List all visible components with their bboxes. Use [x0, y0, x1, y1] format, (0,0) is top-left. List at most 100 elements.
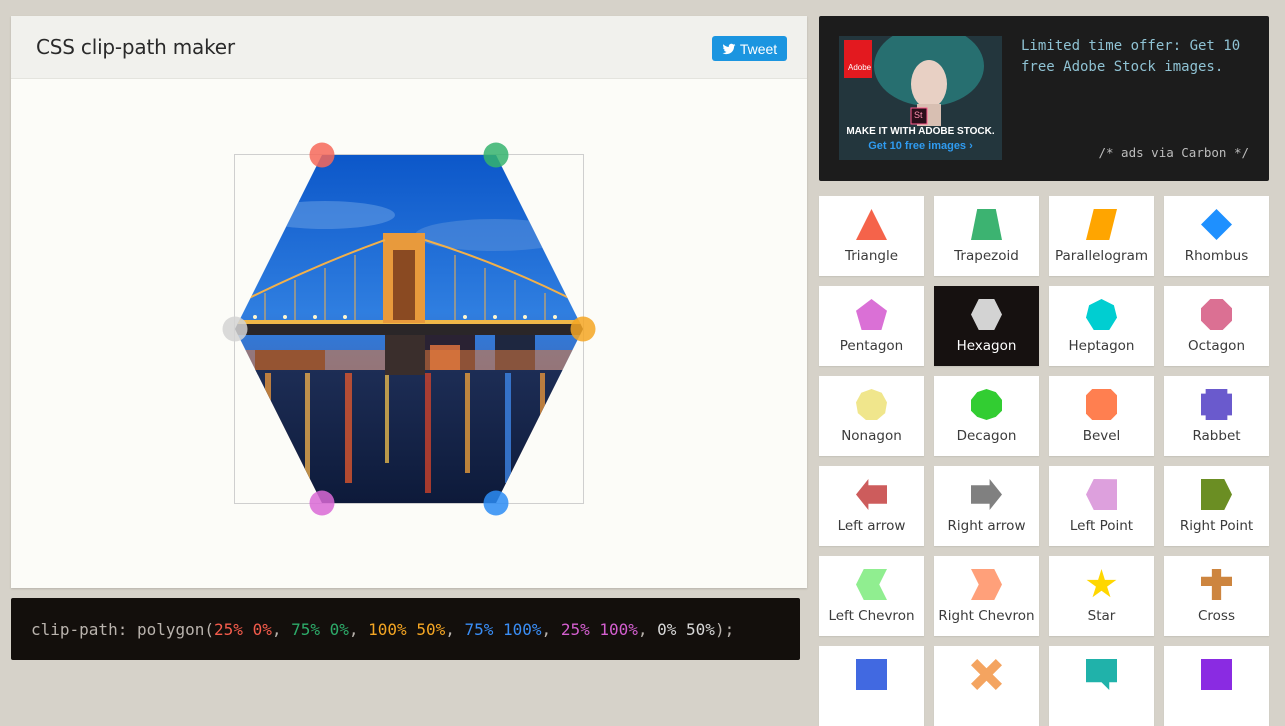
shape-tile-label: Triangle [844, 248, 899, 264]
decagon-shape-icon [971, 389, 1002, 420]
ad-headline: MAKE IT WITH ADOBE STOCK. [846, 126, 995, 137]
octagon-shape-icon [1201, 299, 1232, 330]
shape-tile-heptagon[interactable]: Heptagon [1049, 286, 1154, 366]
twitter-bird-icon [722, 43, 736, 54]
code-close: ); [714, 620, 735, 639]
code-point: 0% 50% [657, 620, 715, 639]
right-arrow-shape-icon [971, 479, 1002, 510]
shape-tile-label: Trapezoid [954, 248, 1019, 264]
ad-image[interactable]: Adobe St MAKE IT WITH ADOBE STOCK. Get 1… [839, 36, 1002, 160]
shape-tile-shape-20[interactable] [819, 646, 924, 726]
shape-tile-label: Right arrow [947, 518, 1026, 534]
shape-tile-label: Cross [1197, 608, 1235, 624]
editor-stage [11, 79, 807, 588]
handle-bottom-right[interactable] [483, 490, 509, 516]
shape-tile-nonagon[interactable]: Nonagon [819, 376, 924, 456]
trapezoid-shape-icon [971, 209, 1002, 240]
shape-tile-label: Decagon [956, 428, 1017, 444]
shape-tile-pentagon[interactable]: Pentagon [819, 286, 924, 366]
code-separator: , [541, 620, 561, 639]
shape-tile-label: Rhombus [1184, 248, 1249, 264]
hexagon-shape-icon [971, 299, 1002, 330]
shape-tile-cross[interactable]: Cross [1164, 556, 1269, 636]
triangle-shape-icon [856, 209, 887, 240]
shape-20-shape-icon [856, 659, 887, 690]
code-point: 25% 0% [214, 620, 272, 639]
shape-tile-right-chevron[interactable]: Right Chevron [934, 556, 1039, 636]
shape-tile-rabbet[interactable]: Rabbet [1164, 376, 1269, 456]
ad-text-link[interactable]: Limited time offer: Get 10 free Adobe St… [1021, 36, 1251, 78]
shape-tile-label: Heptagon [1068, 338, 1135, 354]
code-separator: , [445, 620, 465, 639]
code-point: 25% 100% [560, 620, 638, 639]
shape-tile-shape-22[interactable] [1049, 646, 1154, 726]
shape-tile-left-chevron[interactable]: Left Chevron [819, 556, 924, 636]
shape-tile-right-point[interactable]: Right Point [1164, 466, 1269, 546]
handle-right[interactable] [570, 316, 596, 342]
editor-header: CSS clip-path maker Tweet [11, 16, 807, 79]
code-separator: , [271, 620, 292, 639]
handle-bottom-left[interactable] [309, 490, 335, 516]
shape-tile-left-point[interactable]: Left Point [1049, 466, 1154, 546]
shape-tile-label: Left Chevron [828, 608, 915, 624]
shape-tile-label: Hexagon [956, 338, 1017, 354]
code-points: 25% 0%, 75% 0%, 100% 50%, 75% 100%, 25% … [214, 620, 715, 639]
heptagon-shape-icon [1086, 299, 1117, 330]
shape-tile-label: Left arrow [837, 518, 906, 534]
shape-tile-label: Rabbet [1192, 428, 1241, 444]
shape-tile-label: Star [1087, 608, 1116, 624]
handle-top-right[interactable] [483, 142, 509, 168]
shape-tile-label: Right Chevron [938, 608, 1035, 624]
tweet-button[interactable]: Tweet [712, 36, 787, 61]
parallelogram-shape-icon [1086, 209, 1117, 240]
shape-tile-star[interactable]: Star [1049, 556, 1154, 636]
ad-brand: Adobe [848, 63, 872, 72]
shape-tile-label: Parallelogram [1055, 248, 1148, 264]
shape-tile-octagon[interactable]: Octagon [1164, 286, 1269, 366]
editor-panel: CSS clip-path maker Tweet [11, 16, 807, 588]
rhombus-shape-icon [1201, 209, 1232, 240]
shape-tile-shape-23[interactable] [1164, 646, 1269, 726]
pentagon-shape-icon [856, 299, 887, 330]
shape-22-shape-icon [1086, 659, 1117, 690]
left-point-shape-icon [1086, 479, 1117, 510]
clipped-bridge-image [235, 155, 583, 503]
code-separator: , [348, 620, 369, 639]
clip-bounding-box [222, 142, 596, 516]
cross-shape-icon [1201, 569, 1232, 600]
star-shape-icon [1086, 569, 1117, 598]
nonagon-shape-icon [856, 389, 887, 420]
shape-tile-parallelogram[interactable]: Parallelogram [1049, 196, 1154, 276]
shape-tile-left-arrow[interactable]: Left arrow [819, 466, 924, 546]
ad-credit-link[interactable]: /* ads via Carbon */ [1098, 145, 1249, 160]
clip-path-code: clip-path: polygon(25% 0%, 75% 0%, 100% … [31, 620, 734, 639]
shape-tile-trapezoid[interactable]: Trapezoid [934, 196, 1039, 276]
handle-top-left[interactable] [309, 142, 335, 168]
shape-21-shape-icon [971, 659, 1002, 690]
handle-left[interactable] [222, 316, 248, 342]
shape-tile-rhombus[interactable]: Rhombus [1164, 196, 1269, 276]
shape-tile-label: Pentagon [839, 338, 904, 354]
shape-tile-shape-21[interactable] [934, 646, 1039, 726]
shape-tile-bevel[interactable]: Bevel [1049, 376, 1154, 456]
rabbet-shape-icon [1201, 389, 1232, 420]
left-arrow-shape-icon [856, 479, 887, 510]
right-point-shape-icon [1201, 479, 1232, 510]
shape-tile-label: Nonagon [841, 428, 902, 444]
shape-tile-hexagon[interactable]: Hexagon [934, 286, 1039, 366]
page-title: CSS clip-path maker [36, 35, 235, 59]
shape-tile-label: Right Point [1179, 518, 1254, 534]
code-output[interactable]: clip-path: polygon(25% 0%, 75% 0%, 100% … [11, 598, 800, 660]
left-chevron-shape-icon [856, 569, 887, 600]
right-chevron-shape-icon [971, 569, 1002, 600]
shape-tile-decagon[interactable]: Decagon [934, 376, 1039, 456]
shape-tile-label: Octagon [1188, 338, 1245, 354]
carbon-ad[interactable]: Adobe St MAKE IT WITH ADOBE STOCK. Get 1… [819, 16, 1269, 181]
code-function: polygon( [136, 620, 215, 639]
shape-23-shape-icon [1201, 659, 1232, 690]
bevel-shape-icon [1086, 389, 1117, 420]
ad-badge: St [914, 110, 923, 120]
shape-tile-right-arrow[interactable]: Right arrow [934, 466, 1039, 546]
shape-tile-triangle[interactable]: Triangle [819, 196, 924, 276]
ad-cta: Get 10 free images › [868, 140, 973, 152]
